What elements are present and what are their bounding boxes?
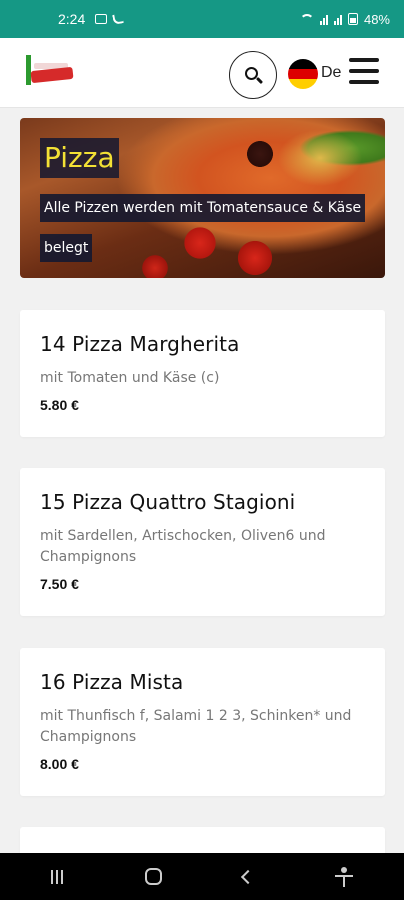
hotspot-icon xyxy=(299,14,314,24)
signal-icon xyxy=(319,14,328,25)
hamburger-menu-button[interactable] xyxy=(349,58,379,84)
restaurant-logo[interactable] xyxy=(24,53,76,89)
category-description: Alle Pizzen werden mit Tomatensauce & Kä… xyxy=(40,188,385,268)
status-right: 48% xyxy=(299,11,390,27)
home-icon[interactable] xyxy=(144,868,162,885)
menu-item-title: 16 Pizza Mista xyxy=(40,670,184,694)
back-icon[interactable] xyxy=(241,869,256,884)
app-header: De xyxy=(0,38,404,108)
accessibility-icon[interactable] xyxy=(335,866,354,887)
menu-item-price: 8.00 € xyxy=(40,756,79,772)
category-description-text: Alle Pizzen werden mit Tomatensauce & Kä… xyxy=(40,194,366,262)
gallery-icon xyxy=(95,14,108,24)
signal-icon-2 xyxy=(333,14,342,25)
status-bar: 2:24 48% xyxy=(0,0,404,38)
category-banner: Pizza Alle Pizzen werden mit Tomatensauc… xyxy=(20,118,385,278)
menu-item-title: 14 Pizza Margherita xyxy=(40,332,240,356)
menu-item-description: mit Sardellen, Artischocken, Oliven6 und… xyxy=(40,528,326,565)
recent-apps-icon[interactable] xyxy=(50,869,63,884)
menu-item-price: 7.50 € xyxy=(40,576,79,592)
menu-item-card[interactable]: 16 Pizza Mista mit Thunfisch f, Salami 1… xyxy=(20,648,385,796)
battery-icon xyxy=(347,13,358,25)
status-time: 2:24 xyxy=(58,11,86,27)
menu-item-description: mit Thunfisch f, Salami 1 2 3, Schinken*… xyxy=(40,708,352,745)
system-navigation-bar xyxy=(0,853,404,900)
battery-percent: 48% xyxy=(363,11,390,27)
menu-item-description: mit Tomaten und Käse (c) xyxy=(40,370,220,386)
phone-icon xyxy=(112,13,125,25)
german-flag-icon[interactable] xyxy=(288,59,318,89)
search-icon xyxy=(244,66,258,80)
category-title: Pizza xyxy=(40,138,119,178)
menu-item-price: 5.80 € xyxy=(40,397,79,413)
menu-item-title: 15 Pizza Quattro Stagioni xyxy=(40,490,296,514)
menu-item-card[interactable]: 15 Pizza Quattro Stagioni mit Sardellen,… xyxy=(20,468,385,616)
menu-item-card[interactable]: 14 Pizza Margherita mit Tomaten und Käse… xyxy=(20,310,385,437)
search-button[interactable] xyxy=(229,51,277,99)
status-notification-icons xyxy=(95,13,125,25)
language-label[interactable]: De xyxy=(321,64,341,82)
